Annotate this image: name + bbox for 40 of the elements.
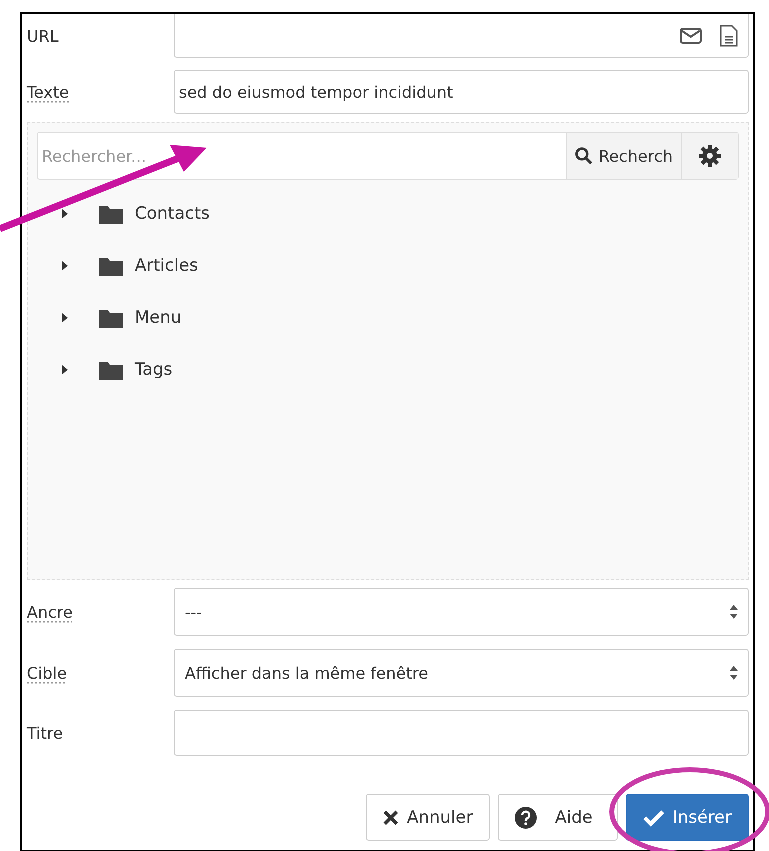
folder-icon (99, 308, 123, 328)
field-label: Ancre (27, 602, 74, 622)
envelope-icon[interactable] (680, 28, 702, 44)
checkmark-icon (642, 808, 665, 826)
help-button[interactable]: Aide (498, 794, 618, 841)
tree-item[interactable]: Tags (135, 360, 173, 380)
select-field[interactable]: Afficher dans la même fenêtre (174, 649, 749, 697)
tree-item[interactable]: Contacts (135, 204, 210, 224)
tree-item[interactable]: Articles (135, 256, 198, 276)
field-value: sed do eiusmod tempor incididunt (179, 82, 454, 102)
folder-icon (99, 360, 123, 380)
settings-button[interactable] (681, 133, 738, 179)
field-value: Afficher dans la même fenêtre (184, 664, 430, 682)
search-icon (575, 146, 593, 166)
help-icon (515, 806, 538, 828)
caret-right-icon[interactable] (61, 261, 69, 271)
sort-arrows-icon (730, 666, 738, 680)
caret-right-icon[interactable] (61, 313, 69, 323)
input-field[interactable] (174, 14, 749, 58)
field-label: URL (27, 26, 60, 46)
select-field[interactable]: --- (174, 588, 749, 636)
close-icon (383, 810, 400, 826)
folder-icon (99, 256, 123, 276)
folder-icon (99, 204, 123, 224)
search-field[interactable]: Rechercher... Recherch (37, 132, 739, 180)
caret-right-icon[interactable] (61, 365, 69, 375)
search-button[interactable]: Recherch (566, 133, 681, 179)
insert-button[interactable]: Insérer (626, 794, 749, 841)
field-label: Cible (27, 664, 68, 682)
field-label: Titre (27, 724, 64, 742)
sort-arrows-icon (730, 605, 738, 619)
tree-item[interactable]: Menu (135, 308, 182, 328)
input-field[interactable] (174, 710, 749, 756)
document-icon[interactable] (720, 24, 738, 46)
field-label: Texte (27, 82, 70, 102)
caret-right-icon[interactable] (61, 209, 69, 219)
cancel-button[interactable]: Annuler (366, 794, 490, 841)
field-value: --- (184, 602, 204, 622)
settings-icon (699, 145, 721, 167)
input-field[interactable]: sed do eiusmod tempor incididunt (174, 70, 749, 114)
